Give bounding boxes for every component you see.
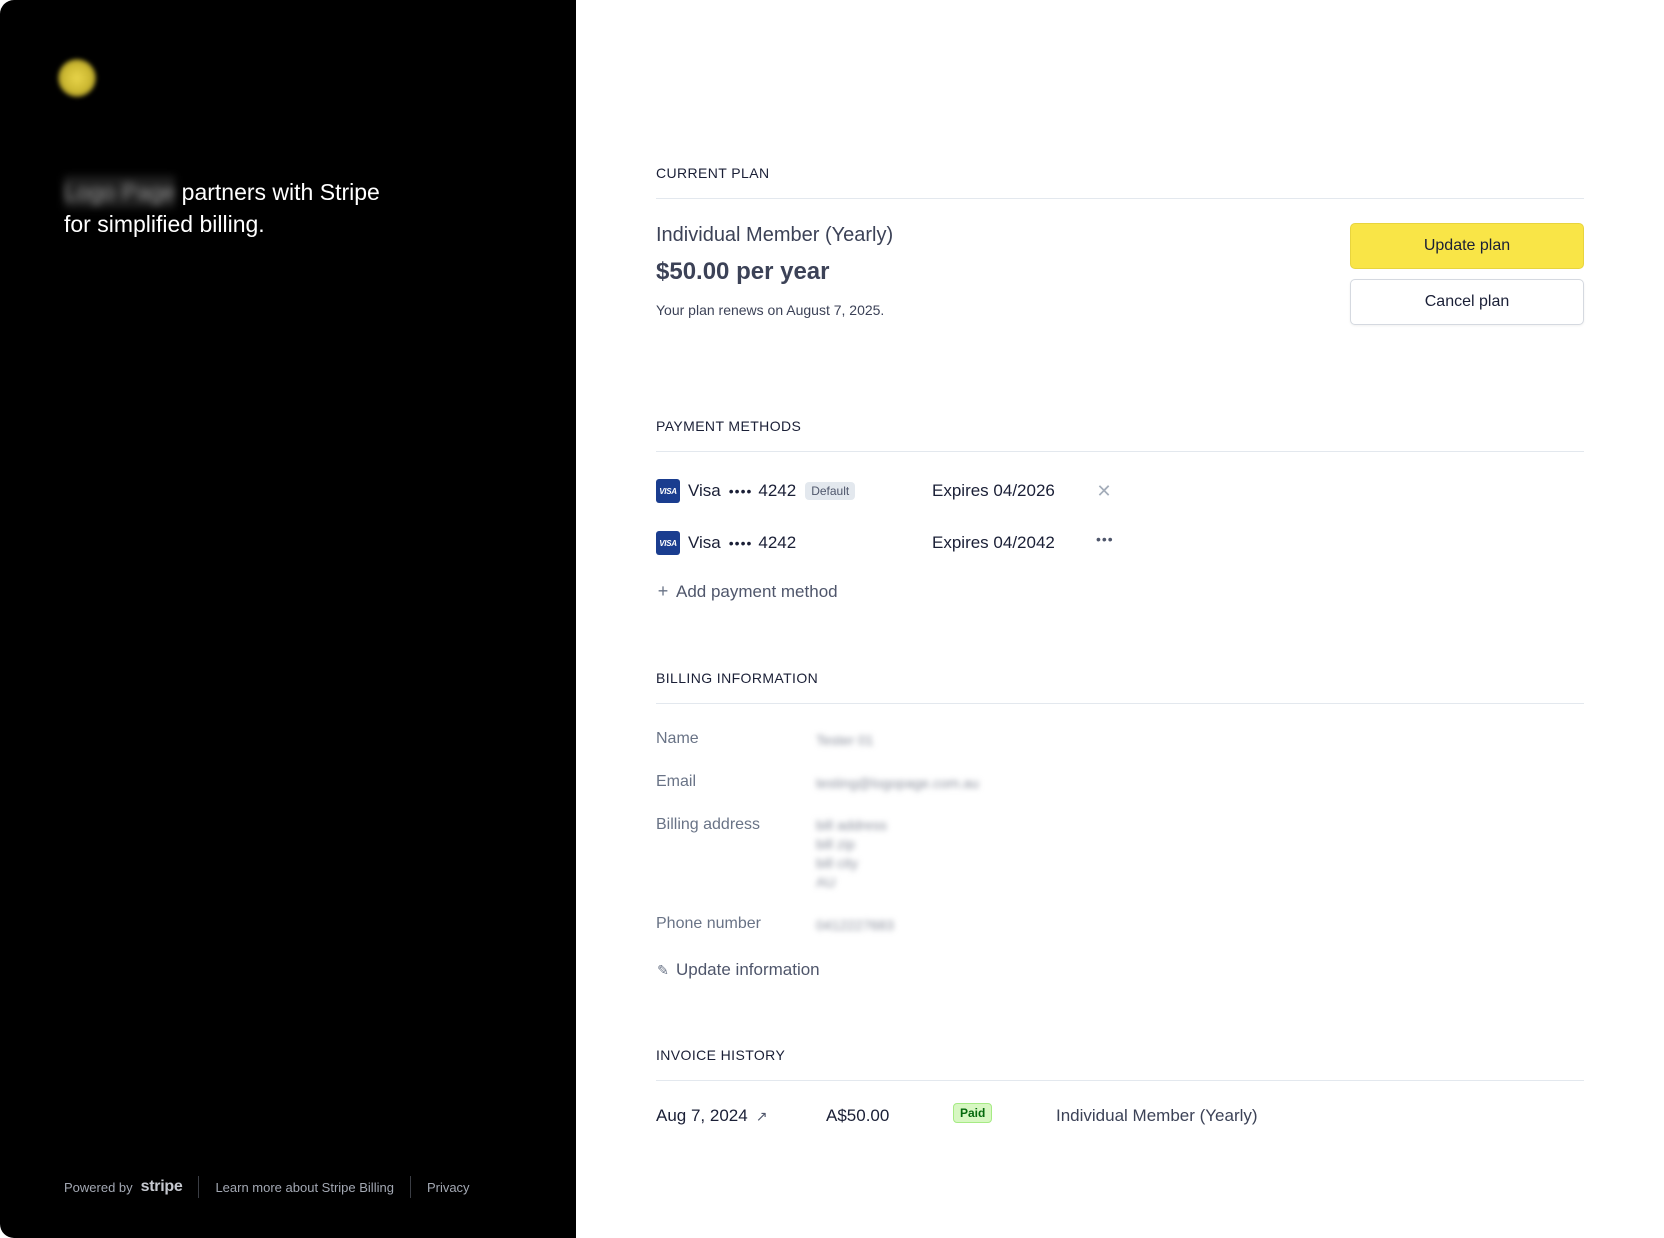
payment-method-row[interactable]: VISA Visa •••• 4242 Expires 04/2042 ••• [656, 529, 1584, 557]
address-line: AU [816, 874, 836, 890]
name-value: Tester 01 [816, 732, 874, 748]
plus-icon: + [657, 581, 669, 601]
phone-label: Phone number [656, 915, 761, 932]
billing-address-label: Billing address [656, 816, 761, 833]
divider [656, 451, 1584, 452]
card-mask: •••• [728, 483, 753, 499]
merchant-logo [58, 59, 96, 97]
edit-icon: ✎ [657, 961, 669, 978]
phone-value: 0412227683 [816, 917, 894, 933]
update-information-link[interactable]: ✎ Update information [656, 960, 820, 980]
learn-more-link[interactable]: Learn more about Stripe Billing [215, 1180, 394, 1195]
external-link-icon: ↗ [755, 1107, 768, 1124]
invoice-date: Aug 7, 2024 [656, 1106, 748, 1125]
divider [656, 1080, 1584, 1081]
invoice-history-heading: INVOICE HISTORY [656, 1047, 786, 1063]
address-line: bill city [816, 855, 859, 871]
card-mask: •••• [728, 535, 753, 551]
address-line: bill zip [816, 836, 855, 852]
divider [656, 198, 1584, 199]
invoice-date-link[interactable]: Aug 7, 2024 ↗ [656, 1106, 767, 1126]
update-information-label: Update information [676, 960, 820, 979]
billing-address-value: bill address bill zip bill city AU [816, 816, 887, 892]
card-brand: Visa [688, 481, 721, 500]
visa-card-icon: VISA [656, 531, 680, 555]
visa-card-icon: VISA [656, 479, 680, 503]
privacy-link[interactable]: Privacy [427, 1180, 470, 1195]
billing-information-heading: BILLING INFORMATION [656, 670, 819, 686]
plan-renewal-text: Your plan renews on August 7, 2025. [656, 302, 885, 318]
payment-method-row[interactable]: VISA Visa •••• 4242 Default Expires 04/2… [656, 477, 1584, 505]
card-last4: 4242 [758, 481, 797, 500]
paid-status-badge: Paid [953, 1103, 993, 1123]
card-expiry: Expires 04/2026 [932, 481, 1055, 500]
brand-panel: Logo Page partners with Stripe for simpl… [0, 0, 576, 1238]
add-payment-method-label: Add payment method [676, 581, 838, 601]
cancel-plan-button[interactable]: Cancel plan [1350, 279, 1584, 325]
merchant-name: Logo Page [64, 176, 176, 208]
footer: Powered by stripe Learn more about Strip… [64, 1176, 470, 1198]
payment-methods-heading: PAYMENT METHODS [656, 418, 802, 434]
powered-by-label: Powered by [64, 1179, 133, 1195]
plan-name: Individual Member (Yearly) [656, 224, 894, 246]
card-expiry: Expires 04/2042 [932, 533, 1055, 552]
name-label: Name [656, 730, 699, 747]
email-value: testing@logopage.com.au [816, 775, 979, 791]
card-last4: 4242 [758, 533, 797, 552]
card-brand: Visa [688, 533, 721, 552]
address-line: bill address [816, 817, 887, 833]
plan-price: $50.00 per year [656, 258, 830, 285]
invoice-description: Individual Member (Yearly) [1056, 1106, 1258, 1125]
email-label: Email [656, 773, 697, 790]
add-payment-method-link[interactable]: + Add payment method [656, 581, 838, 602]
more-icon[interactable]: ••• [1096, 531, 1113, 547]
close-icon[interactable]: ✕ [1096, 481, 1112, 502]
footer-divider [198, 1176, 200, 1198]
current-plan-heading: CURRENT PLAN [656, 165, 770, 181]
invoice-amount: A$50.00 [826, 1106, 890, 1125]
footer-divider [409, 1176, 411, 1198]
default-badge: Default [805, 482, 856, 500]
stripe-logo[interactable]: stripe [141, 1178, 183, 1196]
tagline: Logo Page partners with Stripe for simpl… [64, 176, 384, 240]
invoice-row: Aug 7, 2024 ↗ A$50.00 Paid Individual Me… [656, 1103, 1584, 1130]
divider [656, 703, 1584, 704]
update-plan-button[interactable]: Update plan [1350, 223, 1584, 269]
